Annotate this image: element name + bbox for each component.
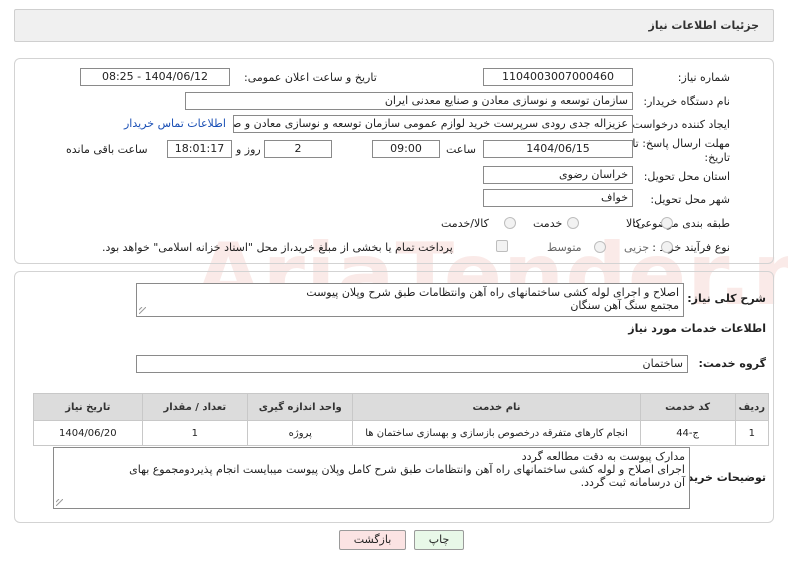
col-header-quantity: تعداد / مقدار xyxy=(141,393,249,421)
category-option-service-label: خدمت xyxy=(533,217,563,230)
cell-service-name: انجام کارهای متفرقه درخصوص بازسازی و بهس… xyxy=(352,420,641,446)
resize-handle-icon[interactable] xyxy=(56,499,63,506)
cell-service-code: ج-44 xyxy=(639,420,736,446)
services-table: ردیف کد خدمت نام خدمت واحد اندازه گیری ت… xyxy=(33,393,770,446)
services-section-title: اطلاعات خدمات مورد نیاز xyxy=(628,322,766,335)
announce-datetime-label: تاریخ و ساعت اعلان عمومی: xyxy=(244,71,377,84)
requester-field[interactable]: عزیزاله جدی رودی سرپرست خرید لوازم عمومی… xyxy=(233,115,633,133)
need-number-label: شماره نیاز: xyxy=(677,71,730,84)
purchase-medium-radio[interactable] xyxy=(594,241,606,253)
city-label: شهر محل تحویل: xyxy=(650,193,730,206)
col-header-service-code: کد خدمت xyxy=(639,393,736,421)
col-header-service-name: نام خدمت xyxy=(352,393,641,421)
category-label: طبقه بندی موضوعی: xyxy=(632,217,730,230)
deadline-label-date: تاریخ: xyxy=(704,151,730,164)
purchase-type-medium-label: متوسط xyxy=(547,241,582,254)
buyer-notes-line-2: اجرای اصلاح و لوله کشی ساختمانهای راه آه… xyxy=(129,463,685,476)
service-group-field[interactable]: ساختمان xyxy=(136,355,688,373)
summary-line-2: مجتمع سنگ آهن سنگان xyxy=(570,299,679,312)
page-title: جزئیات اطلاعات نیاز xyxy=(648,19,760,32)
deadline-date-field[interactable]: 1404/06/15 xyxy=(483,140,633,158)
city-field[interactable]: خواف xyxy=(483,189,633,207)
table-row: 1 ج-44 انجام کارهای متفرقه درخصوص بازساز… xyxy=(33,420,770,446)
service-group-label: گروه خدمت: xyxy=(698,357,766,370)
col-header-unit: واحد اندازه گیری xyxy=(247,393,354,421)
deadline-time-label: ساعت xyxy=(446,143,476,156)
cell-row-number: 1 xyxy=(734,420,770,446)
cell-quantity: 1 xyxy=(141,420,249,446)
remaining-label: ساعت باقی مانده xyxy=(66,143,148,156)
requester-label: ایجاد کننده درخواست: xyxy=(628,118,730,131)
col-header-need-date: تاریخ نیاز xyxy=(33,393,143,421)
category-goods-radio[interactable] xyxy=(661,217,673,229)
treasury-bonds-checkbox[interactable] xyxy=(496,240,508,252)
cell-unit: پروژه xyxy=(247,420,354,446)
category-service-radio[interactable] xyxy=(567,217,579,229)
category-option-both-label: کالا/خدمت xyxy=(441,217,489,230)
buyer-notes-line-3: آن درسامانه ثبت گردد. xyxy=(580,476,685,489)
summary-textarea[interactable]: اصلاح و اجرای لوله کشی ساختمانهای راه آه… xyxy=(136,283,684,317)
buyer-org-field[interactable]: سازمان توسعه و نوسازی معادن و صنایع معدن… xyxy=(185,92,633,110)
back-button[interactable]: بازگشت xyxy=(339,530,406,550)
announce-datetime-field[interactable]: 1404/06/12 - 08:25 xyxy=(80,68,230,86)
buyer-org-label: نام دستگاه خریدار: xyxy=(643,95,730,108)
cell-need-date: 1404/06/20 xyxy=(33,420,143,446)
purchase-minor-radio[interactable] xyxy=(661,241,673,253)
col-header-row-number: ردیف xyxy=(734,393,770,421)
treasury-bonds-note: پرداخت تمام یا بخشی از مبلغ خرید،از محل … xyxy=(102,241,453,254)
print-button[interactable]: چاپ xyxy=(414,530,464,550)
summary-label: شرح کلی نیاز: xyxy=(687,292,766,305)
purchase-type-minor-label: جزیی xyxy=(624,241,650,254)
remaining-days-field[interactable]: 2 xyxy=(264,140,332,158)
category-option-goods-label: کالا xyxy=(626,217,641,230)
category-both-radio[interactable] xyxy=(504,217,516,229)
need-number-field[interactable]: 1104003007000460 xyxy=(483,68,633,86)
deadline-time-field[interactable]: 09:00 xyxy=(372,140,440,158)
summary-line-1: اصلاح و اجرای لوله کشی ساختمانهای راه آه… xyxy=(306,286,679,299)
table-header-row: ردیف کد خدمت نام خدمت واحد اندازه گیری ت… xyxy=(33,393,770,421)
province-label: استان محل تحویل: xyxy=(643,170,730,183)
remaining-time-field[interactable]: 18:01:17 xyxy=(167,140,232,158)
page-header: جزئیات اطلاعات نیاز xyxy=(14,9,774,42)
days-label: روز و xyxy=(236,143,261,156)
deadline-label: مهلت ارسال پاسخ: تا xyxy=(632,137,730,150)
resize-handle-icon[interactable] xyxy=(139,307,146,314)
need-info-panel xyxy=(14,58,774,264)
buyer-notes-textarea[interactable]: مدارک پیوست به دقت مطالعه گردد اجرای اصل… xyxy=(53,447,690,509)
buyer-contact-link[interactable]: اطلاعات تماس خریدار xyxy=(124,117,226,130)
province-field[interactable]: خراسان رضوی xyxy=(483,166,633,184)
buyer-notes-line-1: مدارک پیوست به دقت مطالعه گردد xyxy=(521,450,685,463)
